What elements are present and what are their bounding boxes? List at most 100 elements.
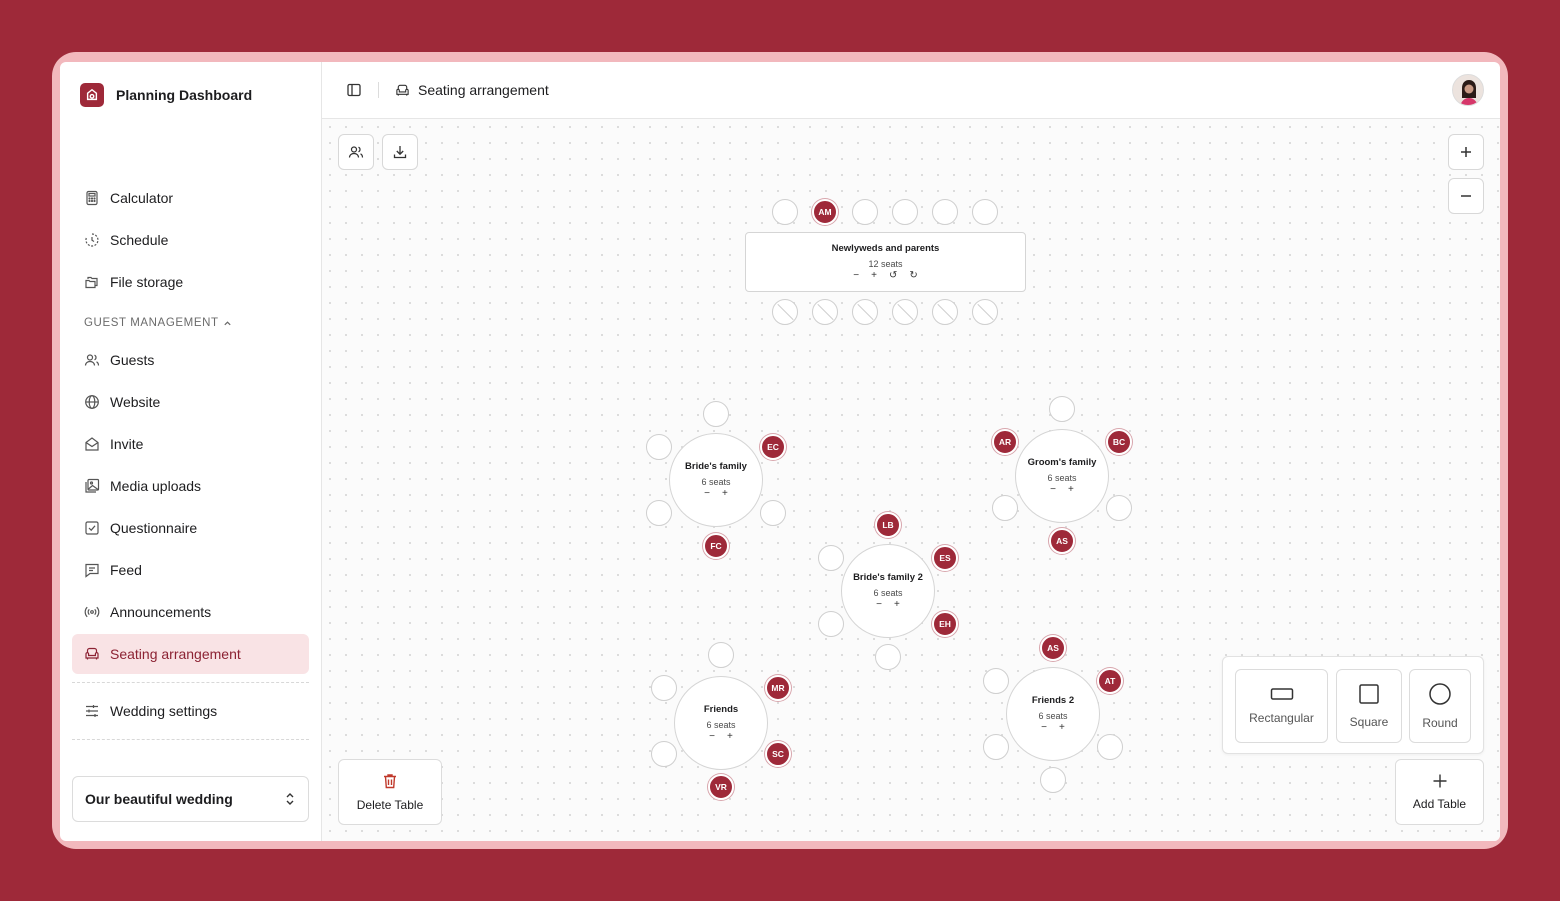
plus-icon (1461, 147, 1471, 157)
seat-occupied[interactable]: EH (932, 611, 958, 637)
rotate-left-button[interactable]: ↺ (889, 270, 897, 281)
sidebar-item-announcements[interactable]: Announcements (72, 592, 309, 632)
add-seat-button[interactable]: + (727, 731, 733, 742)
sidebar-item-invite[interactable]: Invite (72, 424, 309, 464)
seating-canvas[interactable]: AM Newlyweds and parents 12 seats − + ↺ … (322, 119, 1500, 841)
nav-main: Calculator Schedule File storage GUEST M… (72, 178, 309, 748)
seat[interactable] (992, 495, 1018, 521)
seat-occupied[interactable]: AS (1040, 635, 1066, 661)
add-seat-button[interactable]: + (871, 270, 877, 281)
shape-square-button[interactable]: Square (1336, 669, 1402, 743)
seat[interactable] (703, 401, 729, 427)
seat[interactable] (772, 199, 798, 225)
seat[interactable] (651, 741, 677, 767)
shape-rectangular-button[interactable]: Rectangular (1235, 669, 1328, 743)
remove-seat-button[interactable]: − (709, 731, 715, 742)
seat[interactable] (852, 199, 878, 225)
shape-round-button[interactable]: Round (1409, 669, 1471, 743)
seat[interactable] (1106, 495, 1132, 521)
globe-icon (85, 395, 99, 409)
seat[interactable] (651, 675, 677, 701)
remove-seat-button[interactable]: − (1041, 722, 1047, 733)
seat-blocked[interactable] (892, 299, 918, 325)
sidebar-item-label: Wedding settings (110, 703, 218, 719)
sidebar-item-guests[interactable]: Guests (72, 340, 309, 380)
table-seat-count: 6 seats (1038, 711, 1068, 721)
seat-occupied[interactable]: SC (765, 741, 791, 767)
sidebar-item-website[interactable]: Website (72, 382, 309, 422)
seat[interactable] (1097, 734, 1123, 760)
zoom-in-button[interactable] (1448, 134, 1484, 170)
add-table-label: Add Table (1412, 797, 1467, 811)
seat[interactable] (983, 668, 1009, 694)
table-round[interactable]: Bride's family 6 seats − + (669, 433, 763, 527)
seat[interactable] (760, 500, 786, 526)
seat[interactable] (983, 734, 1009, 760)
table-round[interactable]: Bride's family 2 6 seats − + (841, 544, 935, 638)
sidebar-item-seating-arrangement[interactable]: Seating arrangement (72, 634, 309, 674)
seat-occupied[interactable]: AM (812, 199, 838, 225)
remove-seat-button[interactable]: − (1050, 484, 1056, 495)
seat-blocked[interactable] (932, 299, 958, 325)
zoom-out-button[interactable] (1448, 178, 1484, 214)
rotate-right-button[interactable]: ↻ (909, 270, 917, 281)
delete-table-button[interactable]: Delete Table (338, 759, 442, 825)
wedding-select[interactable]: Our beautiful wedding (72, 776, 309, 822)
seat-blocked[interactable] (772, 299, 798, 325)
sidebar-item-label: Invite (110, 436, 144, 452)
sidebar-toggle-button[interactable] (346, 82, 362, 98)
guest-list-button[interactable] (338, 134, 374, 170)
seat-occupied[interactable]: AR (992, 429, 1018, 455)
table-round[interactable]: Friends 2 6 seats − + (1006, 667, 1100, 761)
table-controls: − + (709, 731, 733, 742)
seat[interactable] (646, 434, 672, 460)
download-button[interactable] (382, 134, 418, 170)
add-seat-button[interactable]: + (722, 488, 728, 499)
remove-seat-button[interactable]: − (853, 270, 859, 281)
broadcast-icon (84, 606, 100, 618)
seat-occupied[interactable]: FC (703, 533, 729, 559)
seat-occupied[interactable]: LB (875, 512, 901, 538)
users-icon (348, 146, 364, 158)
minus-icon (1461, 195, 1471, 197)
remove-seat-button[interactable]: − (876, 599, 882, 610)
seat[interactable] (818, 611, 844, 637)
seat-occupied[interactable]: EC (760, 434, 786, 460)
section-guest-management[interactable]: GUEST MANAGEMENT (72, 312, 309, 334)
seat[interactable] (892, 199, 918, 225)
sidebar-item-media-uploads[interactable]: Media uploads (72, 466, 309, 506)
avatar[interactable] (1452, 74, 1484, 106)
seat[interactable] (1040, 767, 1066, 793)
seat[interactable] (1049, 396, 1075, 422)
seat-occupied[interactable]: MR (765, 675, 791, 701)
sidebar-item-file-storage[interactable]: File storage (72, 262, 309, 302)
brand[interactable]: Planning Dashboard (80, 83, 252, 107)
add-seat-button[interactable]: + (1068, 484, 1074, 495)
sidebar-item-feed[interactable]: Feed (72, 550, 309, 590)
seat-blocked[interactable] (972, 299, 998, 325)
add-seat-button[interactable]: + (894, 599, 900, 610)
table-rectangular[interactable]: Newlyweds and parents 12 seats − + ↺ ↻ (745, 232, 1026, 292)
remove-seat-button[interactable]: − (704, 488, 710, 499)
seat[interactable] (818, 545, 844, 571)
table-round[interactable]: Friends 6 seats − + (674, 676, 768, 770)
seat[interactable] (708, 642, 734, 668)
seat[interactable] (972, 199, 998, 225)
table-round[interactable]: Groom's family 6 seats − + (1015, 429, 1109, 523)
sidebar-item-wedding-settings[interactable]: Wedding settings (72, 691, 309, 731)
sidebar-item-questionnaire[interactable]: Questionnaire (72, 508, 309, 548)
sidebar-item-schedule[interactable]: Schedule (72, 220, 309, 260)
add-seat-button[interactable]: + (1059, 722, 1065, 733)
seat-occupied[interactable]: AT (1097, 668, 1123, 694)
seat[interactable] (932, 199, 958, 225)
seat-occupied[interactable]: VR (708, 774, 734, 800)
sidebar-item-calculator[interactable]: Calculator (72, 178, 309, 218)
seat-occupied[interactable]: ES (932, 545, 958, 571)
seat-occupied[interactable]: BC (1106, 429, 1132, 455)
add-table-button[interactable]: Add Table (1395, 759, 1484, 825)
seat-occupied[interactable]: AS (1049, 528, 1075, 554)
seat[interactable] (875, 644, 901, 670)
seat[interactable] (646, 500, 672, 526)
seat-blocked[interactable] (852, 299, 878, 325)
seat-blocked[interactable] (812, 299, 838, 325)
